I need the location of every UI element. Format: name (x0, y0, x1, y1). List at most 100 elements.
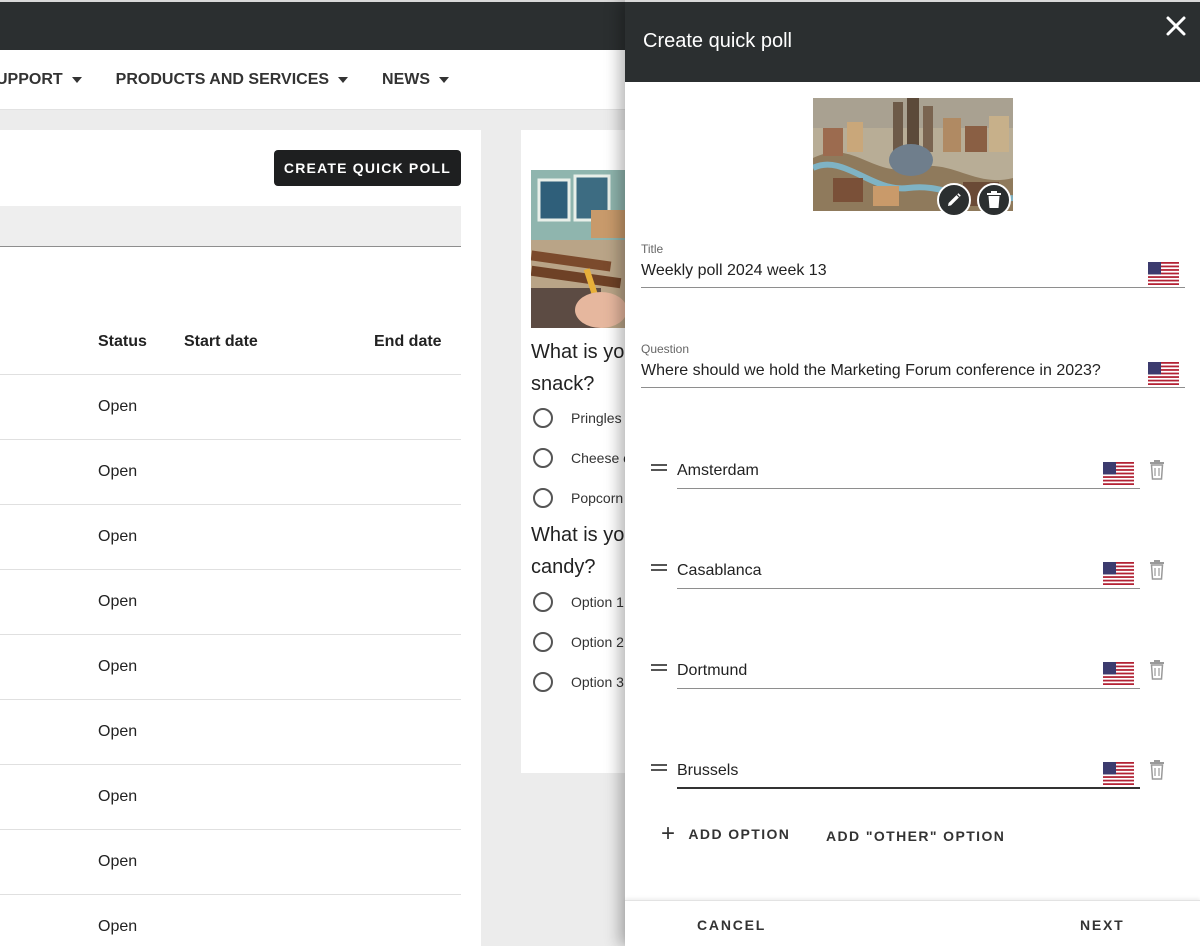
drawer-header: Create quick poll (625, 0, 1200, 82)
delete-option-trash-icon[interactable] (1149, 660, 1165, 680)
table-row[interactable]: Open (0, 569, 461, 634)
field-underline (641, 387, 1185, 388)
option-label: Pringles (571, 410, 622, 426)
option-label: Popcorn (571, 490, 624, 506)
radio-option[interactable]: Option 2 (533, 632, 624, 652)
radio-option[interactable]: Cheese c (533, 448, 630, 468)
table-row[interactable]: Open (0, 829, 461, 894)
option-field[interactable]: Casablanca (677, 560, 1140, 590)
table-row[interactable]: Open (0, 634, 461, 699)
radio-button[interactable] (533, 592, 553, 612)
column-header-start-date[interactable]: Start date (184, 333, 258, 351)
caret-down-icon (71, 76, 82, 83)
add-option-button[interactable]: + ADD OPTION (661, 820, 791, 847)
radio-button[interactable] (533, 632, 553, 652)
radio-button[interactable] (533, 408, 553, 428)
create-quick-poll-button[interactable]: CREATE QUICK POLL (274, 150, 461, 186)
cancel-button[interactable]: CANCEL (697, 917, 766, 933)
title-input[interactable]: Weekly poll 2024 week 13 (641, 262, 827, 280)
table-row[interactable]: Open (0, 894, 461, 946)
option-field[interactable]: Dortmund (677, 660, 1140, 690)
preview-question-2: What is yo candy? (531, 519, 631, 583)
us-flag-icon[interactable] (1103, 462, 1134, 485)
us-flag-icon[interactable] (1103, 562, 1134, 585)
us-flag-icon[interactable] (1148, 362, 1179, 385)
radio-option[interactable]: Pringles (533, 408, 622, 428)
status-cell: Open (98, 658, 138, 675)
field-underline (677, 588, 1140, 589)
radio-option[interactable]: Option 3 (533, 672, 624, 692)
create-quick-poll-drawer: Create quick poll Title Weekly poll 2024… (625, 0, 1200, 946)
table-row[interactable]: Open (0, 699, 461, 764)
caret-down-icon (338, 76, 349, 83)
caret-down-icon (439, 76, 450, 83)
status-cell: Open (98, 853, 138, 870)
nav-item-label: NEWS (382, 70, 431, 88)
pencil-icon (948, 193, 961, 206)
question-input[interactable]: Where should we hold the Marketing Forum… (641, 362, 1101, 380)
poll-list-panel: CREATE QUICK POLL Status Start date End … (0, 130, 481, 946)
preview-image (531, 170, 631, 328)
title-label: Title (641, 242, 664, 256)
table-row[interactable]: Open (0, 764, 461, 829)
us-flag-icon[interactable] (1103, 762, 1134, 785)
status-cell: Open (98, 918, 138, 935)
plus-icon: + (661, 820, 677, 847)
question-line: snack? (531, 373, 595, 395)
status-cell: Open (98, 593, 138, 610)
question-line: What is yo (531, 341, 625, 363)
status-cell: Open (98, 463, 138, 480)
option-input[interactable]: Brussels (677, 762, 738, 780)
drawer-title: Create quick poll (643, 30, 792, 52)
delete-option-trash-icon[interactable] (1149, 760, 1165, 780)
status-cell: Open (98, 398, 138, 415)
next-button[interactable]: NEXT (1080, 917, 1125, 933)
us-flag-icon[interactable] (1148, 262, 1179, 285)
radio-button[interactable] (533, 672, 553, 692)
title-field[interactable]: Title Weekly poll 2024 week 13 (641, 242, 1185, 290)
close-icon[interactable] (1164, 14, 1188, 38)
column-header-end-date[interactable]: End date (374, 333, 442, 351)
field-underline (677, 787, 1140, 789)
trash-icon (987, 191, 1001, 208)
radio-button[interactable] (533, 488, 553, 508)
radio-option[interactable]: Option 1 (533, 592, 624, 612)
nav-item-news[interactable]: NEWS (382, 70, 450, 89)
drag-handle-icon[interactable] (651, 664, 667, 674)
option-label: Cheese c (571, 450, 631, 466)
option-field[interactable]: Brussels (677, 760, 1140, 790)
table-row[interactable]: Open (0, 504, 461, 569)
option-label: Option 1 (571, 594, 624, 610)
question-field[interactable]: Question Where should we hold the Market… (641, 342, 1185, 390)
drag-handle-icon[interactable] (651, 564, 667, 574)
radio-option[interactable]: Popcorn (533, 488, 623, 508)
field-underline (677, 688, 1140, 689)
table-row[interactable]: Open (0, 439, 461, 504)
drag-handle-icon[interactable] (651, 764, 667, 774)
delete-option-trash-icon[interactable] (1149, 460, 1165, 480)
option-label: Option 3 (571, 674, 624, 690)
drag-handle-icon[interactable] (651, 464, 667, 474)
add-option-row: + ADD OPTION ADD "OTHER" OPTION (625, 820, 1200, 850)
add-other-option-button[interactable]: ADD "OTHER" OPTION (826, 828, 1005, 844)
nav-item-support[interactable]: UPPORT (0, 71, 82, 89)
nav-item-label: PRODUCTS AND SERVICES (115, 70, 330, 88)
option-input[interactable]: Amsterdam (677, 462, 759, 480)
column-header-status[interactable]: Status (98, 333, 147, 351)
nav-item-products-and-services[interactable]: PRODUCTS AND SERVICES (115, 70, 349, 89)
status-cell: Open (98, 788, 138, 805)
field-underline (641, 287, 1185, 288)
option-field[interactable]: Amsterdam (677, 460, 1140, 490)
option-input[interactable]: Dortmund (677, 662, 747, 680)
delete-option-trash-icon[interactable] (1149, 560, 1165, 580)
radio-button[interactable] (533, 448, 553, 468)
status-cell: Open (98, 528, 138, 545)
option-input[interactable]: Casablanca (677, 562, 762, 580)
table-row[interactable]: Open (0, 374, 461, 439)
search-filter-field[interactable] (0, 206, 461, 247)
add-option-label: ADD OPTION (688, 826, 791, 842)
edit-image-button[interactable] (937, 183, 971, 217)
delete-image-button[interactable] (977, 183, 1011, 217)
drawer-footer: CANCEL NEXT (625, 900, 1200, 946)
us-flag-icon[interactable] (1103, 662, 1134, 685)
